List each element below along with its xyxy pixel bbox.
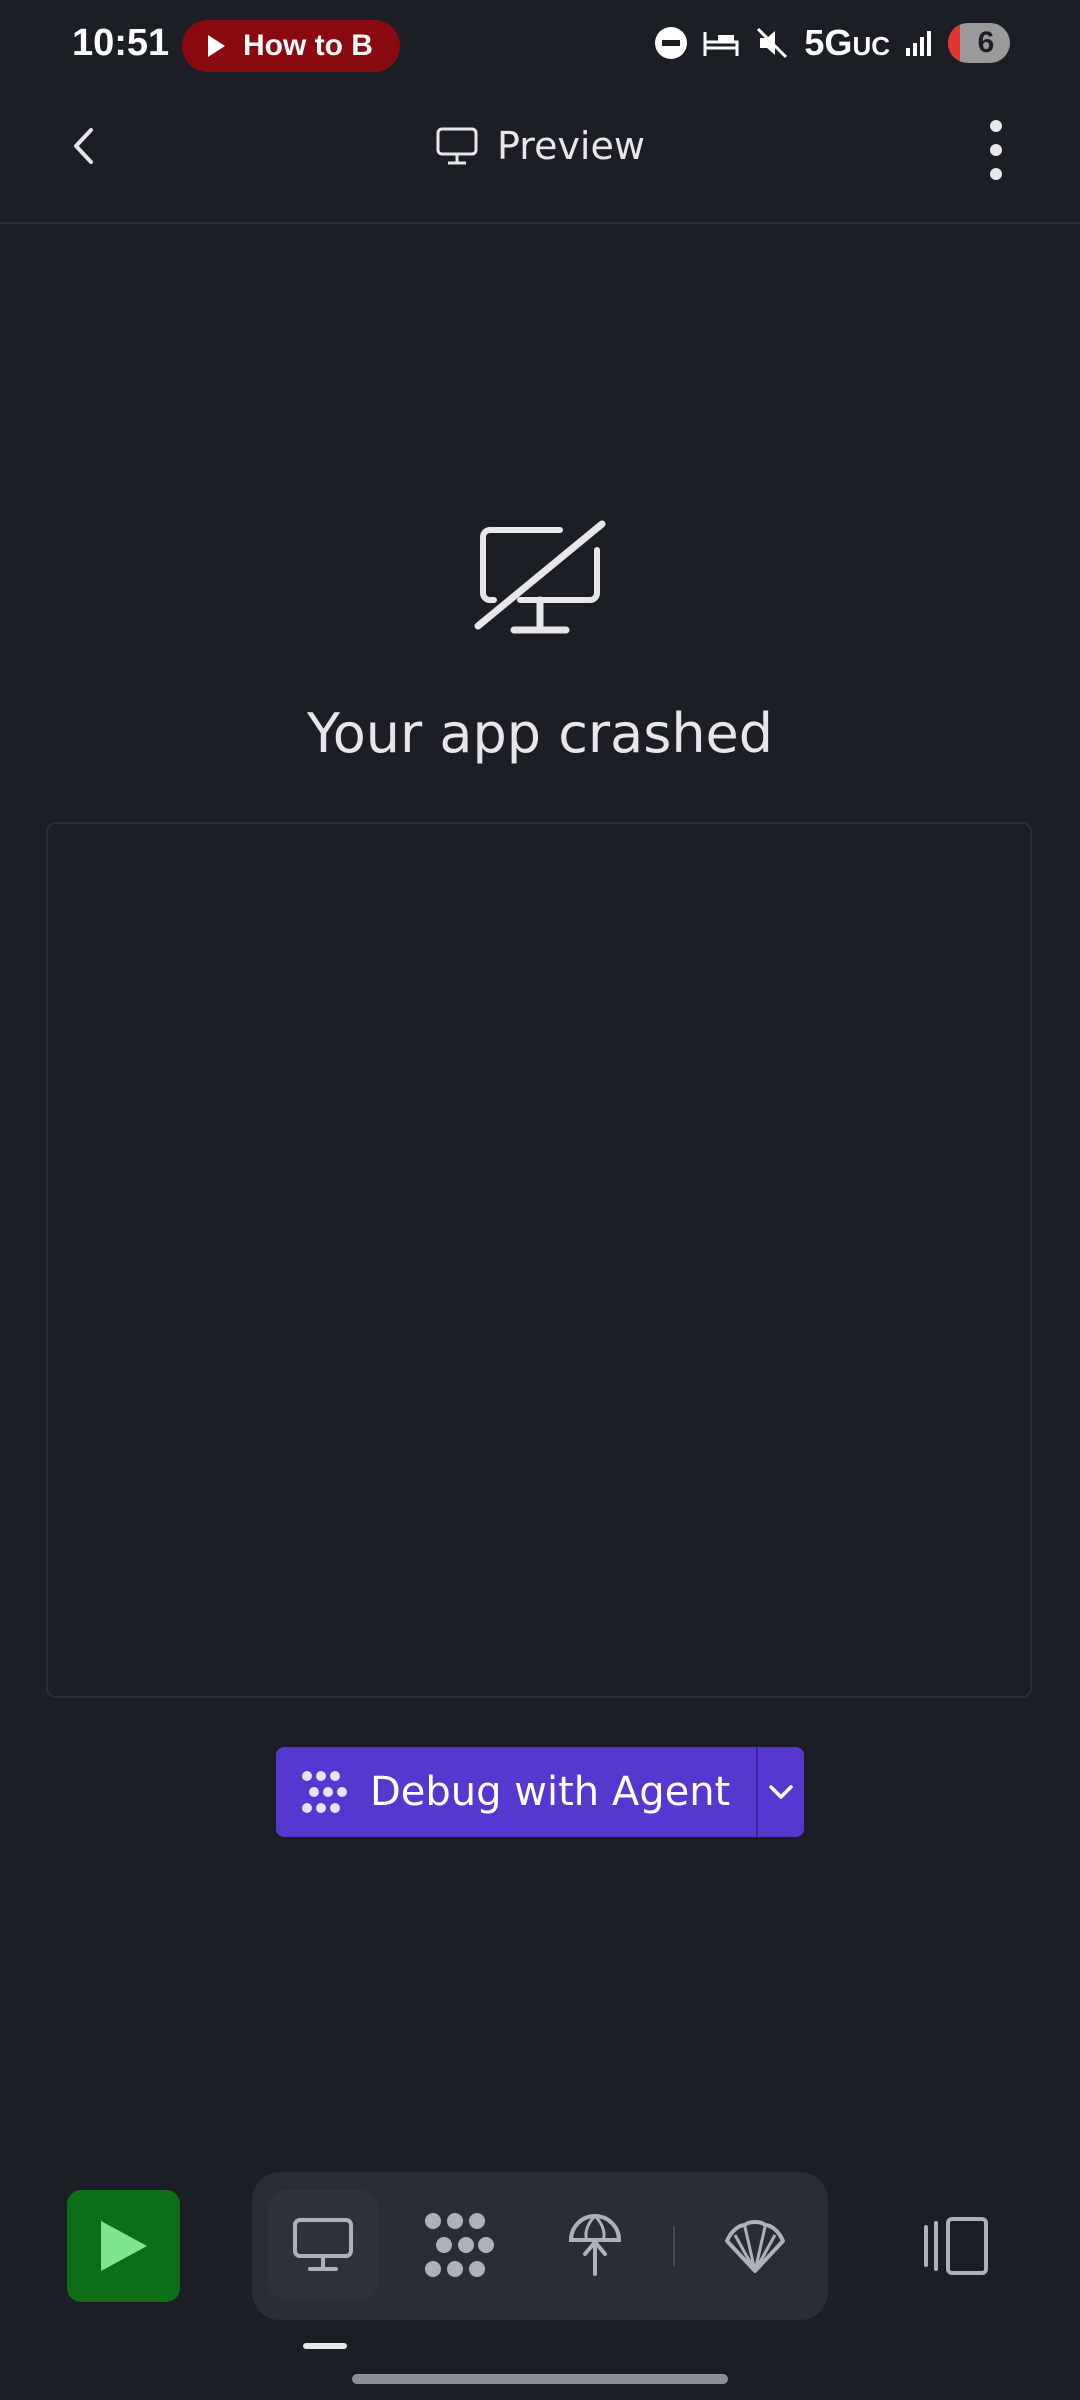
deploy-icon [568,2214,622,2276]
signal-icon [906,31,931,56]
bed-icon [703,32,739,56]
tab-divider [673,2226,675,2266]
network-label: 5G [804,22,853,63]
debug-button-label: Debug with Agent [370,1769,731,1815]
play-icon [208,35,225,57]
monitor-icon [293,2218,353,2271]
play-icon [100,2221,147,2271]
status-icons: 5GUC 6 [654,22,1010,64]
crash-title: Your app crashed [306,702,774,765]
page-title: Preview [497,124,645,168]
panel-toggle-icon[interactable] [922,2215,992,2277]
kebab-menu-icon[interactable] [978,120,1014,180]
shell-tab[interactable] [700,2190,810,2300]
battery-level: 6 [977,26,995,59]
media-pill[interactable]: How to B [182,20,400,72]
crash-log-panel[interactable] [46,822,1032,1698]
run-button[interactable] [67,2190,180,2302]
monitor-icon [436,127,478,165]
agent-icon [302,1771,347,1813]
battery-indicator: 6 [948,23,1010,63]
page-title-group: Preview [0,124,1080,168]
mute-icon [757,27,788,59]
active-tab-indicator [303,2343,347,2349]
network-indicator: 5GUC [804,22,890,64]
shell-icon [725,2220,785,2273]
media-pill-label: How to B [243,29,373,62]
deploy-tab[interactable] [540,2190,650,2300]
debug-with-agent-button[interactable]: Debug with Agent [276,1747,804,1837]
agent-tab[interactable] [404,2190,514,2300]
network-suffix: UC [852,31,890,61]
chevron-down-icon [769,1785,793,1799]
debug-dropdown-toggle[interactable] [758,1747,804,1837]
home-indicator[interactable] [352,2374,728,2384]
status-time: 10:51 [72,22,170,64]
preview-tab[interactable] [268,2190,378,2300]
debug-button-main[interactable]: Debug with Agent [276,1747,759,1837]
dnd-icon [655,27,688,59]
agent-icon [425,2213,494,2277]
monitor-off-icon [474,520,606,634]
